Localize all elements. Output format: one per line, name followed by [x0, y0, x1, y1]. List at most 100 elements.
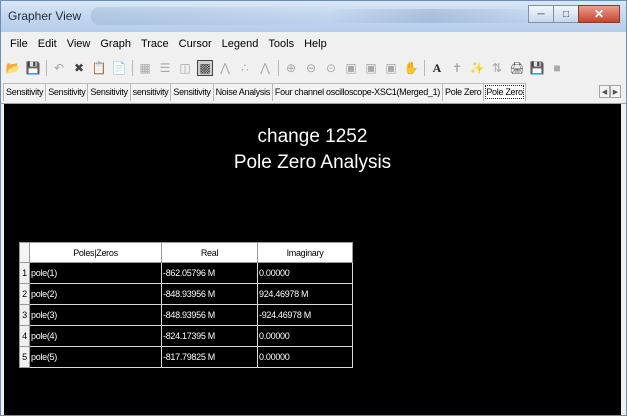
- pole-name-cell[interactable]: pole(4): [29, 325, 162, 347]
- tab-sensitivity-3[interactable]: Sensitivity: [87, 83, 131, 101]
- tab-sensitivity-2[interactable]: Sensitivity: [45, 83, 89, 101]
- imaginary-value-cell[interactable]: 0.00000: [257, 325, 353, 347]
- row-number: 5: [19, 346, 30, 368]
- real-value-cell[interactable]: -824.17395 M: [161, 325, 258, 347]
- real-value-cell[interactable]: -817.79825 M: [161, 346, 258, 368]
- tab-oscilloscope[interactable]: Four channel oscilloscope-XSC1(Merged_1): [271, 83, 444, 101]
- imaginary-value-cell[interactable]: 0.00000: [257, 346, 353, 368]
- minimize-icon: ─: [537, 8, 545, 20]
- tab-noise-analysis[interactable]: Noise Analysis: [212, 83, 273, 101]
- scatter-plot-icon[interactable]: ∴: [237, 60, 253, 76]
- zoom-x-icon[interactable]: ▣: [363, 60, 379, 76]
- pan-icon[interactable]: ✋: [403, 60, 419, 76]
- mixed-plot-icon[interactable]: ⋀: [257, 60, 273, 76]
- title-bar[interactable]: Grapher View ─ □ ✕: [1, 1, 626, 32]
- pole-zero-table: Poles|Zeros Real Imaginary 1 pole(1) -86…: [19, 242, 353, 368]
- copy-icon[interactable]: 📋: [91, 60, 107, 76]
- grapher-window: Grapher View ─ □ ✕ File Edit View Graph …: [0, 0, 627, 416]
- marker-icon[interactable]: ✨: [469, 60, 485, 76]
- table-row[interactable]: 1 pole(1) -862.05796 M 0.00000: [19, 262, 353, 284]
- close-icon: ✕: [593, 7, 605, 21]
- graph-tabs: Sensitivity Sensitivity Sensitivity sens…: [1, 80, 626, 104]
- undo-icon[interactable]: ↶: [51, 60, 67, 76]
- grid-icon[interactable]: ▦: [137, 60, 153, 76]
- pole-name-cell[interactable]: pole(1): [29, 262, 162, 284]
- text-icon[interactable]: A: [429, 60, 445, 76]
- close-button[interactable]: ✕: [578, 5, 620, 23]
- export-icon[interactable]: 💾: [529, 60, 545, 76]
- tab-scroll-controls: ◀ ▶: [599, 85, 621, 98]
- menu-edit[interactable]: Edit: [33, 38, 62, 50]
- row-number: 1: [19, 262, 30, 284]
- pole-name-cell[interactable]: pole(3): [29, 304, 162, 326]
- graph-mode-icon[interactable]: ▩: [197, 60, 213, 76]
- zoom-out-icon[interactable]: ⊖: [303, 60, 319, 76]
- list-icon[interactable]: ☰: [157, 60, 173, 76]
- data-icon[interactable]: ⇅: [489, 60, 505, 76]
- menu-legend[interactable]: Legend: [217, 38, 264, 50]
- tab-scroll-right-icon[interactable]: ▶: [610, 85, 621, 98]
- cut-icon[interactable]: ✖: [71, 60, 87, 76]
- menu-tools[interactable]: Tools: [263, 38, 299, 50]
- zoom-area-icon[interactable]: ⊙: [323, 60, 339, 76]
- tab-sensitivity-5[interactable]: Sensitivity: [170, 83, 214, 101]
- print-icon[interactable]: 🖨: [509, 60, 525, 76]
- table-header-row: Poles|Zeros Real Imaginary: [19, 242, 353, 263]
- title-bar-glass-highlight: [331, 9, 531, 23]
- tab-sensitivity-4[interactable]: sensitivity: [129, 83, 172, 101]
- stop-icon[interactable]: ■: [549, 60, 565, 76]
- table-icon[interactable]: ◫: [177, 60, 193, 76]
- menu-cursor[interactable]: Cursor: [174, 38, 217, 50]
- minimize-button[interactable]: ─: [528, 5, 554, 23]
- row-number: 3: [19, 304, 30, 326]
- menu-view[interactable]: View: [62, 38, 96, 50]
- graph-area: change 1252 Pole Zero Analysis Poles|Zer…: [4, 104, 621, 415]
- column-header-poles-zeros[interactable]: Poles|Zeros: [29, 242, 162, 263]
- column-header-imaginary[interactable]: Imaginary: [257, 242, 353, 263]
- row-number: 4: [19, 325, 30, 347]
- window-title: Grapher View: [8, 9, 82, 23]
- toolbar-separator: [278, 60, 279, 76]
- maximize-button[interactable]: □: [553, 5, 579, 23]
- pole-name-cell[interactable]: pole(5): [29, 346, 162, 368]
- pole-name-cell[interactable]: pole(2): [29, 283, 162, 305]
- cursor-icon[interactable]: ✝: [449, 60, 465, 76]
- table-row[interactable]: 3 pole(3) -848.93956 M -924.46978 M: [19, 304, 353, 326]
- column-header-real[interactable]: Real: [161, 242, 258, 263]
- save-icon[interactable]: 💾: [25, 60, 41, 76]
- menu-graph[interactable]: Graph: [95, 38, 136, 50]
- tab-pole-zero-2[interactable]: Pole Zero: [483, 83, 526, 101]
- tab-scroll-left-icon[interactable]: ◀: [599, 85, 610, 98]
- toolbar-separator: [46, 60, 47, 76]
- paste-icon[interactable]: 📄: [111, 60, 127, 76]
- toolbar: 📂 💾 ↶ ✖ 📋 📄 ▦ ☰ ◫ ▩ ⋀ ∴ ⋀ ⊕ ⊖ ⊙ ▣ ▣ ▣ ✋ …: [1, 56, 626, 80]
- real-value-cell[interactable]: -848.93956 M: [161, 304, 258, 326]
- imaginary-value-cell[interactable]: 0.00000: [257, 262, 353, 284]
- table-row[interactable]: 4 pole(4) -824.17395 M 0.00000: [19, 325, 353, 347]
- menu-file[interactable]: File: [5, 38, 33, 50]
- real-value-cell[interactable]: -848.93956 M: [161, 283, 258, 305]
- imaginary-value-cell[interactable]: 924.46978 M: [257, 283, 353, 305]
- imaginary-value-cell[interactable]: -924.46978 M: [257, 304, 353, 326]
- table-corner-cell: [19, 242, 30, 263]
- menu-trace[interactable]: Trace: [136, 38, 174, 50]
- zoom-y-icon[interactable]: ▣: [383, 60, 399, 76]
- line-plot-icon[interactable]: ⋀: [217, 60, 233, 76]
- title-bar-glass: [91, 7, 331, 25]
- open-icon[interactable]: 📂: [5, 60, 21, 76]
- zoom-fit-icon[interactable]: ▣: [343, 60, 359, 76]
- tab-sensitivity-1[interactable]: Sensitivity: [3, 83, 47, 101]
- graph-subtitle: Pole Zero Analysis: [233, 152, 392, 173]
- menu-help[interactable]: Help: [299, 38, 332, 50]
- row-number: 2: [19, 283, 30, 305]
- toolbar-separator: [132, 60, 133, 76]
- real-value-cell[interactable]: -862.05796 M: [161, 262, 258, 284]
- graph-title: change 1252: [257, 126, 368, 147]
- zoom-in-icon[interactable]: ⊕: [283, 60, 299, 76]
- table-row[interactable]: 2 pole(2) -848.93956 M 924.46978 M: [19, 283, 353, 305]
- tab-pole-zero-1[interactable]: Pole Zero: [442, 83, 485, 101]
- window-controls: ─ □ ✕: [528, 5, 620, 23]
- table-row[interactable]: 5 pole(5) -817.79825 M 0.00000: [19, 346, 353, 368]
- maximize-icon: □: [562, 8, 570, 20]
- toolbar-separator: [424, 60, 425, 76]
